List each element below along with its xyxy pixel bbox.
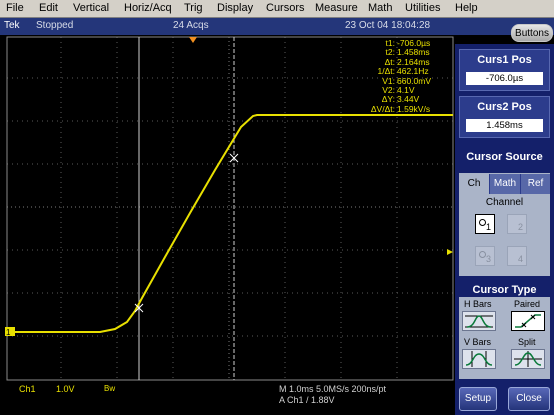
channel1-waveform [11, 114, 453, 333]
brand-label: Tek [4, 20, 20, 31]
curs2-pos-control[interactable]: Curs2 Pos 1.458ms [459, 96, 550, 138]
channel-number: 3 [485, 254, 491, 264]
split-label: Split [518, 337, 536, 347]
paired-label: Paired [514, 299, 541, 309]
channel-number: 1 [485, 222, 491, 232]
tab-math[interactable]: Math [489, 174, 520, 194]
v-bars-button[interactable] [462, 349, 496, 369]
channel-label: Channel [485, 197, 524, 208]
menu-horiz-acq[interactable]: Horiz/Acq [124, 2, 172, 14]
acquisition-count: 24 Acqs [173, 20, 209, 31]
v-bars-icon [465, 351, 493, 367]
menu-help[interactable]: Help [455, 2, 478, 14]
readout-label: ΔV/Δt: [370, 103, 395, 114]
channel-number: 2 [517, 222, 523, 232]
channel-number: 4 [517, 254, 523, 264]
curs1-pos-title: Curs1 Pos [477, 54, 532, 66]
menu-display[interactable]: Display [217, 2, 253, 14]
h-bars-icon [465, 315, 493, 328]
close-button[interactable]: Close [508, 387, 550, 411]
curs2-pos-title: Curs2 Pos [477, 101, 532, 113]
menu-cursors[interactable]: Cursors [266, 2, 305, 14]
menu-bar: File Edit Vertical Horiz/Acq Trig Displa… [0, 0, 554, 18]
bandwidth-indicator: Bw [104, 384, 116, 393]
channel-1-button[interactable]: 1 [475, 214, 495, 234]
tab-ref[interactable]: Ref [520, 174, 550, 194]
paired-button[interactable] [511, 311, 545, 331]
menu-trig[interactable]: Trig [184, 2, 203, 14]
date-time: 23 Oct 04 18:04:28 [345, 20, 431, 31]
menu-measure[interactable]: Measure [315, 2, 358, 14]
trigger-position-arrow-icon [189, 37, 197, 43]
channel-2-button[interactable]: 2 [507, 214, 527, 234]
svg-text:1: 1 [6, 328, 11, 337]
trigger-settings[interactable]: A Ch1 / 1.88V [279, 395, 335, 405]
probe-icon [479, 251, 486, 258]
readout-value: 1.59kV/s [397, 103, 431, 114]
cursor-crosshairs [134, 153, 239, 313]
cursor-type-title: Cursor Type [472, 284, 537, 296]
channel-name[interactable]: Ch1 [19, 384, 36, 394]
curs1-pos-control[interactable]: Curs1 Pos -706.0µs [459, 49, 550, 91]
horizontal-settings[interactable]: M 1.0ms 5.0MS/s 200ns/pt [279, 384, 386, 394]
paired-icon [515, 314, 541, 328]
menu-vertical[interactable]: Vertical [73, 2, 109, 14]
h-bars-label: H Bars [464, 299, 492, 309]
split-icon [514, 351, 542, 367]
probe-icon [479, 219, 486, 226]
buttons-toggle-button[interactable]: Buttons [511, 24, 553, 42]
cursor-readout: t1: -706.0µs t2: 1.458ms Δt: 2.164ms 1/Δt: 4… [352, 38, 453, 114]
channel-4-button[interactable]: 4 [507, 246, 527, 266]
menu-math[interactable]: Math [368, 2, 392, 14]
menu-utilities[interactable]: Utilities [405, 2, 440, 14]
channel1-ground-marker-icon: 1 [5, 327, 15, 337]
menu-file[interactable]: File [6, 2, 24, 14]
channel-scale[interactable]: 1.0V [56, 384, 75, 394]
setup-button[interactable]: Setup [459, 387, 497, 411]
status-bar: Tek Stopped 24 Acqs 23 Oct 04 18:04:28 [0, 18, 554, 35]
tab-ch[interactable]: Ch [459, 174, 489, 194]
cursor-source-title: Cursor Source [466, 151, 543, 163]
h-bars-button[interactable] [462, 311, 496, 331]
split-button[interactable] [511, 349, 545, 369]
curs1-pos-value[interactable]: -706.0µs [466, 72, 543, 85]
run-state: Stopped [36, 20, 74, 31]
curs2-pos-value[interactable]: 1.458ms [466, 119, 543, 132]
menu-edit[interactable]: Edit [39, 2, 58, 14]
channel-3-button[interactable]: 3 [475, 246, 495, 266]
v-bars-label: V Bars [464, 337, 492, 347]
